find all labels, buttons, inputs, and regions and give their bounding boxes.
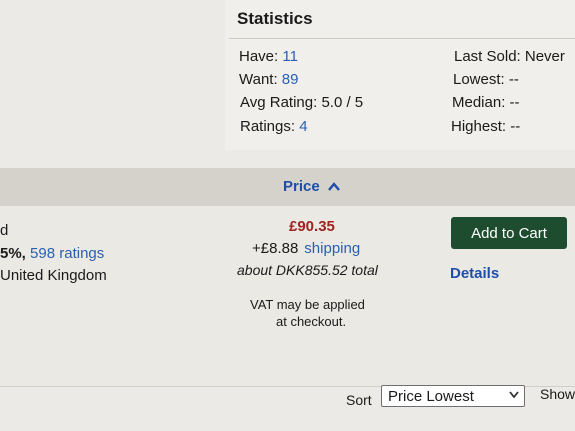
chevron-down-icon (509, 389, 519, 401)
stat-highest: Highest: -- (451, 118, 521, 135)
vat-note-line1: VAT may be applied (250, 297, 365, 312)
shipping-line: +£8.88 shipping (252, 240, 360, 257)
marketplace-page: Statistics Have: 11 Want: 89 Avg Rating:… (0, 0, 575, 431)
price-sort-header[interactable]: Price (283, 178, 340, 195)
stat-lowest: Lowest: -- (453, 71, 519, 88)
total-price: about DKK855.52 total (237, 262, 378, 278)
stat-ratings-label: Ratings: (240, 118, 296, 135)
price-header-label: Price (283, 178, 320, 195)
chevron-up-icon (327, 180, 340, 194)
seller-rating-percent: 5%, (0, 245, 26, 262)
item-price: £90.35 (289, 218, 335, 235)
stat-ratings-link[interactable]: 4 (299, 118, 307, 135)
add-to-cart-button[interactable]: Add to Cart (451, 217, 567, 249)
seller-location: United Kingdom (0, 267, 107, 284)
shipping-link[interactable]: shipping (304, 240, 360, 257)
show-label: Show (540, 386, 575, 402)
statistics-title: Statistics (237, 9, 313, 28)
stat-median: Median: -- (452, 94, 520, 111)
sort-label: Sort (346, 392, 372, 408)
stat-want: Want: 89 (239, 71, 298, 88)
stat-avg-rating: Avg Rating: 5.0 / 5 (240, 94, 364, 111)
stat-have-link[interactable]: 11 (282, 48, 298, 65)
stat-ratings: Ratings: 4 (240, 118, 308, 135)
shipping-cost: +£8.88 (252, 240, 299, 257)
stat-have: Have: 11 (239, 48, 298, 65)
stat-last-sold: Last Sold: Never (454, 48, 565, 65)
statistics-divider (229, 38, 575, 39)
vat-note-line2: at checkout. (276, 314, 347, 329)
seller-rating: 5%, 598 ratings (0, 245, 104, 262)
sort-select-value: Price Lowest (388, 388, 474, 405)
sort-select[interactable]: Price Lowest (381, 385, 525, 407)
stat-have-label: Have: (239, 48, 279, 65)
stat-want-label: Want: (239, 71, 278, 88)
stat-want-link[interactable]: 89 (282, 71, 299, 88)
details-link[interactable]: Details (450, 265, 499, 282)
seller-name-fragment[interactable]: d (0, 222, 8, 239)
seller-ratings-link[interactable]: 598 ratings (30, 245, 104, 262)
